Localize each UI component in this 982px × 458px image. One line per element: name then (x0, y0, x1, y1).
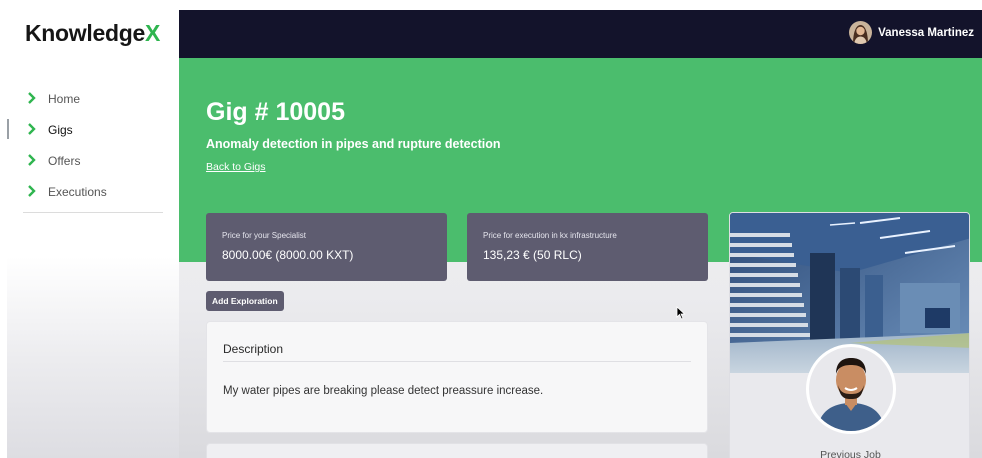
description-heading: Description (223, 342, 284, 356)
chevron-right-icon (28, 185, 36, 197)
sidebar-divider (23, 212, 163, 213)
sidebar-item-label: Executions (48, 184, 107, 199)
active-indicator (7, 119, 9, 139)
specialist-avatar[interactable] (806, 344, 896, 434)
user-menu[interactable]: Vanessa Martinez (849, 21, 974, 44)
sidebar-item-label: Home (48, 91, 81, 106)
sidebar-nav: Home Gigs Offers Executions (7, 83, 179, 207)
logo-text: Knowledge (25, 20, 145, 46)
page-title: Gig # 10005 (206, 98, 345, 126)
chevron-right-icon (28, 154, 36, 166)
price-value: 135,23 € (50 RLC) (483, 248, 582, 262)
back-to-gigs-link[interactable]: Back to Gigs (206, 161, 266, 173)
mouse-cursor-icon (676, 306, 686, 320)
sidebar-item-offers[interactable]: Offers (7, 145, 179, 176)
specialist-price-card: Price for your Specialist 8000.00€ (8000… (206, 213, 447, 281)
user-name: Vanessa Martinez (878, 26, 974, 39)
gig-subtitle: Anomaly detection in pipes and rupture d… (206, 137, 501, 151)
sidebar-item-gigs[interactable]: Gigs (7, 114, 179, 145)
description-divider (223, 361, 691, 362)
main-content: Gig # 10005 Anomaly detection in pipes a… (179, 58, 982, 458)
execution-price-card: Price for execution in kx infrastructure… (467, 213, 708, 281)
sidebar-item-label: Gigs (48, 122, 73, 137)
chevron-right-icon (28, 123, 36, 135)
price-label: Price for execution in kx infrastructure (483, 231, 617, 240)
specialist-avatar-image (809, 347, 893, 431)
sidebar-item-executions[interactable]: Executions (7, 176, 179, 207)
price-label: Price for your Specialist (222, 231, 307, 240)
app-window: KnowledgeX Home Gigs Offers Executions V… (7, 10, 982, 458)
add-exploration-button[interactable]: Add Exploration (206, 291, 284, 311)
sidebar: KnowledgeX Home Gigs Offers Executions (7, 10, 179, 458)
top-bar: Vanessa Martinez (179, 10, 982, 58)
price-value: 8000.00€ (8000.00 KXT) (222, 248, 354, 262)
description-text: My water pipes are breaking please detec… (223, 385, 544, 397)
sidebar-item-label: Offers (48, 153, 81, 168)
sidebar-item-home[interactable]: Home (7, 83, 179, 114)
secondary-card (206, 443, 708, 458)
user-avatar[interactable] (849, 21, 873, 44)
user-avatar-image (849, 21, 873, 44)
previous-job-caption: Previous Job (820, 449, 881, 458)
chevron-right-icon (28, 92, 36, 104)
logo[interactable]: KnowledgeX (25, 20, 160, 47)
logo-accent: X (144, 20, 161, 46)
description-card: Description My water pipes are breaking … (206, 321, 708, 433)
previous-job-card[interactable]: Previous Job (729, 212, 970, 458)
